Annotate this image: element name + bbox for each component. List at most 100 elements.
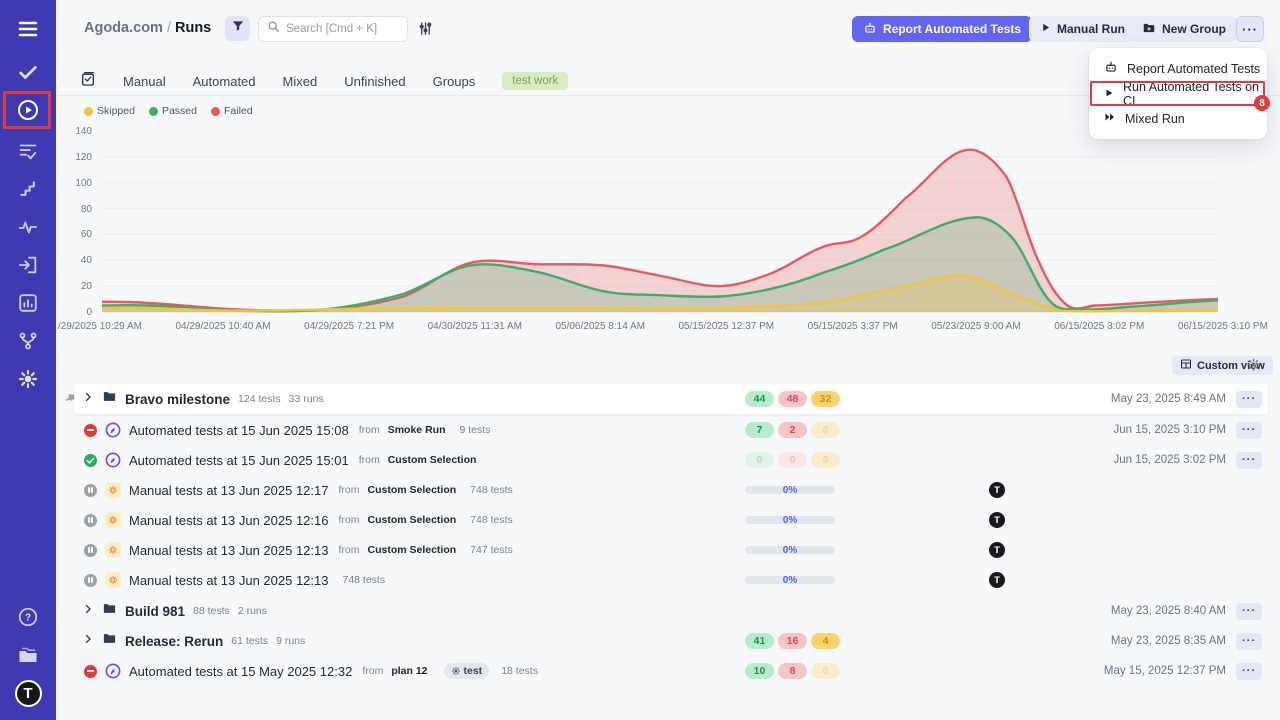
select-runs-icon[interactable] [80, 71, 96, 92]
row-more-button[interactable]: ··· [1236, 663, 1262, 680]
tests-check-icon[interactable] [0, 57, 56, 87]
runs-count: 2 runs [238, 605, 267, 617]
svg-text:?: ? [25, 613, 31, 624]
filter-sliders-icon[interactable] [418, 21, 433, 41]
new-group-button[interactable]: New Group [1131, 16, 1237, 42]
reports-chart-icon[interactable] [0, 288, 56, 318]
table-row[interactable]: Manual tests at 13 Jun 2025 12:13 748 te… [60, 565, 1268, 595]
row-more-button[interactable]: ··· [1236, 391, 1262, 408]
run-title[interactable]: Manual tests at 13 Jun 2025 12:16 [129, 513, 328, 528]
tab-manual[interactable]: Manual [123, 74, 166, 89]
from-source[interactable]: Custom Selection [367, 484, 456, 496]
chevron-right-icon[interactable] [82, 632, 94, 650]
runs-count: 33 runs [289, 393, 324, 405]
bot-icon [1104, 60, 1118, 77]
from-source[interactable]: Custom Selection [388, 454, 477, 466]
row-more-button[interactable]: ··· [1236, 452, 1262, 469]
table-settings-gear-icon[interactable] [1246, 357, 1261, 377]
status-failed-icon [84, 665, 97, 678]
table-row[interactable]: Bravo milestone 124 tests 33 runs 44 48 … [74, 384, 1268, 414]
run-title[interactable]: Manual tests at 13 Jun 2025 12:17 [129, 483, 328, 498]
branches-icon[interactable] [0, 326, 56, 356]
table-row[interactable]: Automated tests at 15 May 2025 12:32 fro… [60, 656, 1268, 686]
passed-badge: 10 [745, 663, 774, 679]
search-input[interactable] [286, 23, 396, 35]
from-label: from [359, 454, 380, 466]
breadcrumb-project[interactable]: Agoda.com [84, 20, 163, 36]
assignee-avatar[interactable]: T [989, 542, 1005, 558]
result-badges: 7 2 0 [745, 422, 840, 438]
legend-passed[interactable]: Passed [149, 105, 197, 117]
row-more-button[interactable]: ··· [1236, 603, 1262, 620]
skipped-badge: 0 [811, 422, 840, 438]
assignee-avatar[interactable]: T [989, 482, 1005, 498]
filter-button[interactable] [225, 16, 250, 41]
report-automated-tests-button[interactable]: Report Automated Tests [852, 16, 1032, 42]
row-more-button[interactable]: ··· [1236, 633, 1262, 650]
menu-item-mixed-run[interactable]: Mixed Run [1089, 106, 1267, 131]
tests-count: 61 tests [231, 635, 268, 647]
status-failed-icon [84, 424, 97, 437]
run-title[interactable]: Manual tests at 13 Jun 2025 12:13 [129, 543, 328, 558]
milestones-steps-icon[interactable] [0, 174, 56, 204]
import-icon[interactable] [0, 250, 56, 280]
table-row[interactable]: Build 981 88 tests 2 runs May 23, 2025 8… [60, 596, 1268, 626]
chevron-right-icon[interactable] [82, 390, 94, 408]
run-title[interactable]: Automated tests at 15 Jun 2025 15:08 [129, 423, 349, 438]
menu-item-label: Report Automated Tests [1127, 62, 1260, 76]
table-row[interactable]: Manual tests at 13 Jun 2025 12:13 from C… [60, 535, 1268, 565]
group-title[interactable]: Release: Rerun [125, 634, 223, 649]
help-icon[interactable]: ? [0, 602, 56, 632]
automated-run-icon [105, 663, 121, 679]
table-row[interactable]: Automated tests at 15 Jun 2025 15:01 fro… [60, 445, 1268, 475]
tests-count: 9 tests [459, 424, 490, 436]
run-tag[interactable]: test [444, 663, 490, 679]
pulse-activity-icon[interactable] [0, 212, 56, 242]
table-row[interactable]: Manual tests at 13 Jun 2025 12:16 from C… [60, 505, 1268, 535]
assignee-avatar[interactable]: T [989, 572, 1005, 588]
run-title[interactable]: Automated tests at 15 May 2025 12:32 [129, 664, 352, 679]
row-more-button[interactable]: ··· [1236, 422, 1262, 439]
library-folders-icon[interactable] [0, 640, 56, 670]
failed-badge: 2 [778, 422, 807, 438]
run-title[interactable]: Automated tests at 15 Jun 2025 15:01 [129, 453, 349, 468]
skipped-badge: 0 [811, 452, 840, 468]
legend-skipped[interactable]: Skipped [84, 105, 135, 117]
tab-automated[interactable]: Automated [193, 74, 256, 89]
group-title[interactable]: Build 981 [125, 604, 185, 619]
progress-bar: 0% [745, 513, 835, 527]
settings-gear-icon[interactable] [0, 364, 56, 394]
menu-item-report-automated-tests[interactable]: Report Automated Tests [1089, 56, 1267, 81]
more-actions-button[interactable]: ··· [1236, 16, 1264, 42]
test-plans-icon[interactable] [0, 136, 56, 166]
passed-dot [149, 107, 158, 116]
runs-area-chart[interactable] [102, 131, 1218, 317]
tab-mixed[interactable]: Mixed [283, 74, 318, 89]
hamburger-menu-icon[interactable] [0, 14, 56, 44]
chevron-right-icon[interactable] [82, 602, 94, 620]
manual-run-icon [105, 512, 121, 528]
table-row[interactable]: Release: Rerun 61 tests 9 runs 41 16 4 M… [60, 626, 1268, 656]
assignee-avatar[interactable]: T [989, 512, 1005, 528]
table-row[interactable]: Automated tests at 15 Jun 2025 15:08 fro… [60, 415, 1268, 445]
legend-failed[interactable]: Failed [211, 105, 253, 117]
from-source[interactable]: plan 12 [391, 665, 427, 677]
workspace-avatar[interactable]: T [0, 678, 56, 708]
result-badges: 41 16 4 [745, 633, 840, 649]
search-box[interactable] [258, 16, 408, 42]
table-view-icon [1180, 358, 1192, 373]
chart-legend: Skipped Passed Failed [84, 105, 253, 117]
status-passed-icon [84, 454, 97, 467]
from-source[interactable]: Custom Selection [367, 544, 456, 556]
group-title[interactable]: Bravo milestone [125, 392, 230, 407]
run-title[interactable]: Manual tests at 13 Jun 2025 12:13 [129, 573, 328, 588]
tab-groups[interactable]: Groups [433, 74, 476, 89]
manual-run-button[interactable]: Manual Run [1029, 16, 1136, 42]
from-source[interactable]: Custom Selection [367, 514, 456, 526]
from-source[interactable]: Smoke Run [388, 424, 446, 436]
tag-test-work[interactable]: test work [502, 72, 568, 90]
failed-badge: 0 [778, 452, 807, 468]
table-row[interactable]: Manual tests at 13 Jun 2025 12:17 from C… [60, 475, 1268, 505]
automated-run-icon [105, 452, 121, 468]
tab-unfinished[interactable]: Unfinished [344, 74, 405, 89]
